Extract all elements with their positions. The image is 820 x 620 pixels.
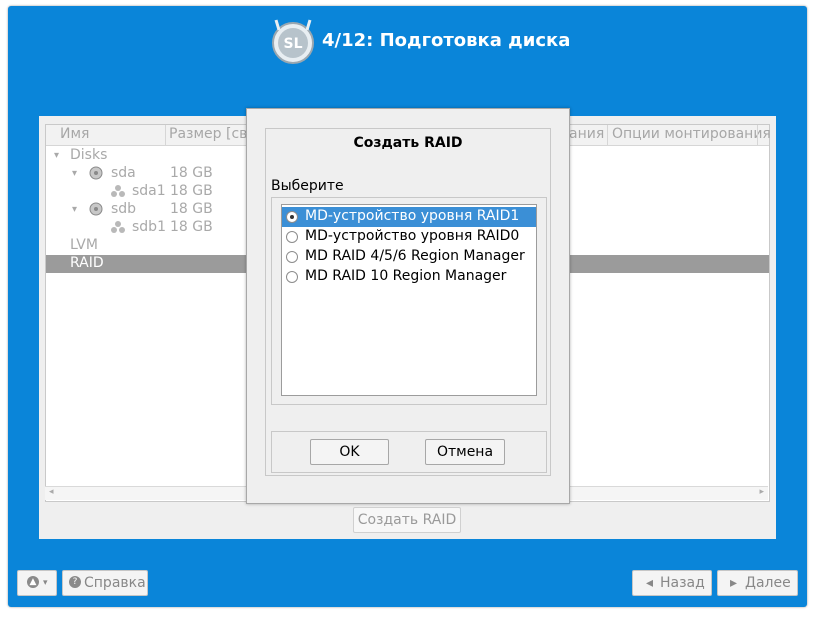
row-size: 18 GB: [170, 201, 213, 217]
chevron-right-icon: ▸: [730, 575, 738, 591]
dialog-button-bar: OK Отмена: [271, 431, 547, 473]
partition-icon: [110, 184, 126, 202]
row-size: 18 GB: [170, 183, 213, 199]
expander-icon[interactable]: ▾: [72, 204, 77, 215]
row-size: 18 GB: [170, 165, 213, 181]
help-button[interactable]: ? Справка: [62, 570, 148, 596]
row-name: RAID: [70, 255, 104, 271]
option-label: MD RAID 4/5/6 Region Manager: [305, 248, 525, 264]
create-raid-button[interactable]: Создать RAID: [353, 507, 461, 533]
option-raid1[interactable]: MD-устройство уровня RAID1: [282, 207, 536, 227]
disk-icon: [89, 166, 103, 184]
expander-icon[interactable]: ▾: [54, 150, 59, 161]
scroll-left-icon[interactable]: ◂: [49, 487, 54, 497]
radio-icon[interactable]: [286, 271, 298, 283]
back-button[interactable]: ◂ Назад: [632, 570, 712, 596]
row-name: sdb1: [132, 219, 166, 235]
option-raid456[interactable]: MD RAID 4/5/6 Region Manager: [282, 247, 536, 267]
page-title: 4/12: Подготовка диска: [322, 30, 571, 51]
arrow-up-icon: ▲: [27, 576, 39, 588]
cancel-button[interactable]: Отмена: [425, 439, 505, 465]
row-name: sda1: [132, 183, 166, 199]
option-label: MD-устройство уровня RAID1: [305, 208, 520, 224]
radio-icon[interactable]: [286, 251, 298, 263]
row-size: 18 GB: [170, 219, 213, 235]
dialog-prompt: Выберите: [271, 178, 344, 194]
dialog-title: Создать RAID: [353, 135, 463, 151]
radio-icon[interactable]: [286, 211, 298, 223]
help-icon: ?: [69, 576, 81, 588]
scientific-linux-logo: SL: [272, 19, 314, 64]
partition-icon: [110, 220, 126, 238]
create-raid-dialog: Создать RAID Выберите MD-устройство уров…: [246, 108, 570, 504]
option-raid10[interactable]: MD RAID 10 Region Manager: [282, 267, 536, 287]
chevron-left-icon: ◂: [646, 575, 654, 591]
option-label: MD RAID 10 Region Manager: [305, 268, 507, 284]
row-name: LVM: [70, 237, 98, 253]
options-frame: MD-устройство уровня RAID1 MD-устройство…: [271, 197, 547, 405]
next-label: Далее: [745, 575, 791, 591]
column-format[interactable]: ания: [569, 126, 604, 142]
back-label: Назад: [660, 575, 705, 591]
disk-icon: [89, 202, 103, 220]
help-label: Справка: [84, 575, 146, 591]
radio-icon[interactable]: [286, 231, 298, 243]
row-name: sda: [111, 165, 136, 181]
option-raid0[interactable]: MD-устройство уровня RAID0: [282, 227, 536, 247]
scroll-right-icon[interactable]: ▸: [759, 487, 764, 497]
row-name: sdb: [111, 201, 137, 217]
logo-text: SL: [283, 36, 302, 52]
raid-type-list: MD-устройство уровня RAID1 MD-устройство…: [281, 204, 537, 396]
release-notes-button[interactable]: ▲ ▾: [17, 570, 57, 596]
chevron-down-icon: ▾: [43, 578, 48, 588]
column-name[interactable]: Имя: [60, 126, 89, 142]
column-size[interactable]: Размер [св: [169, 126, 247, 142]
expander-icon[interactable]: ▾: [72, 168, 77, 179]
ok-button[interactable]: OK: [310, 439, 389, 465]
row-name: Disks: [70, 147, 108, 163]
option-label: MD-устройство уровня RAID0: [305, 228, 520, 244]
next-button[interactable]: ▸ Далее: [717, 570, 798, 596]
column-mount-options[interactable]: Опции монтирования: [612, 126, 771, 142]
